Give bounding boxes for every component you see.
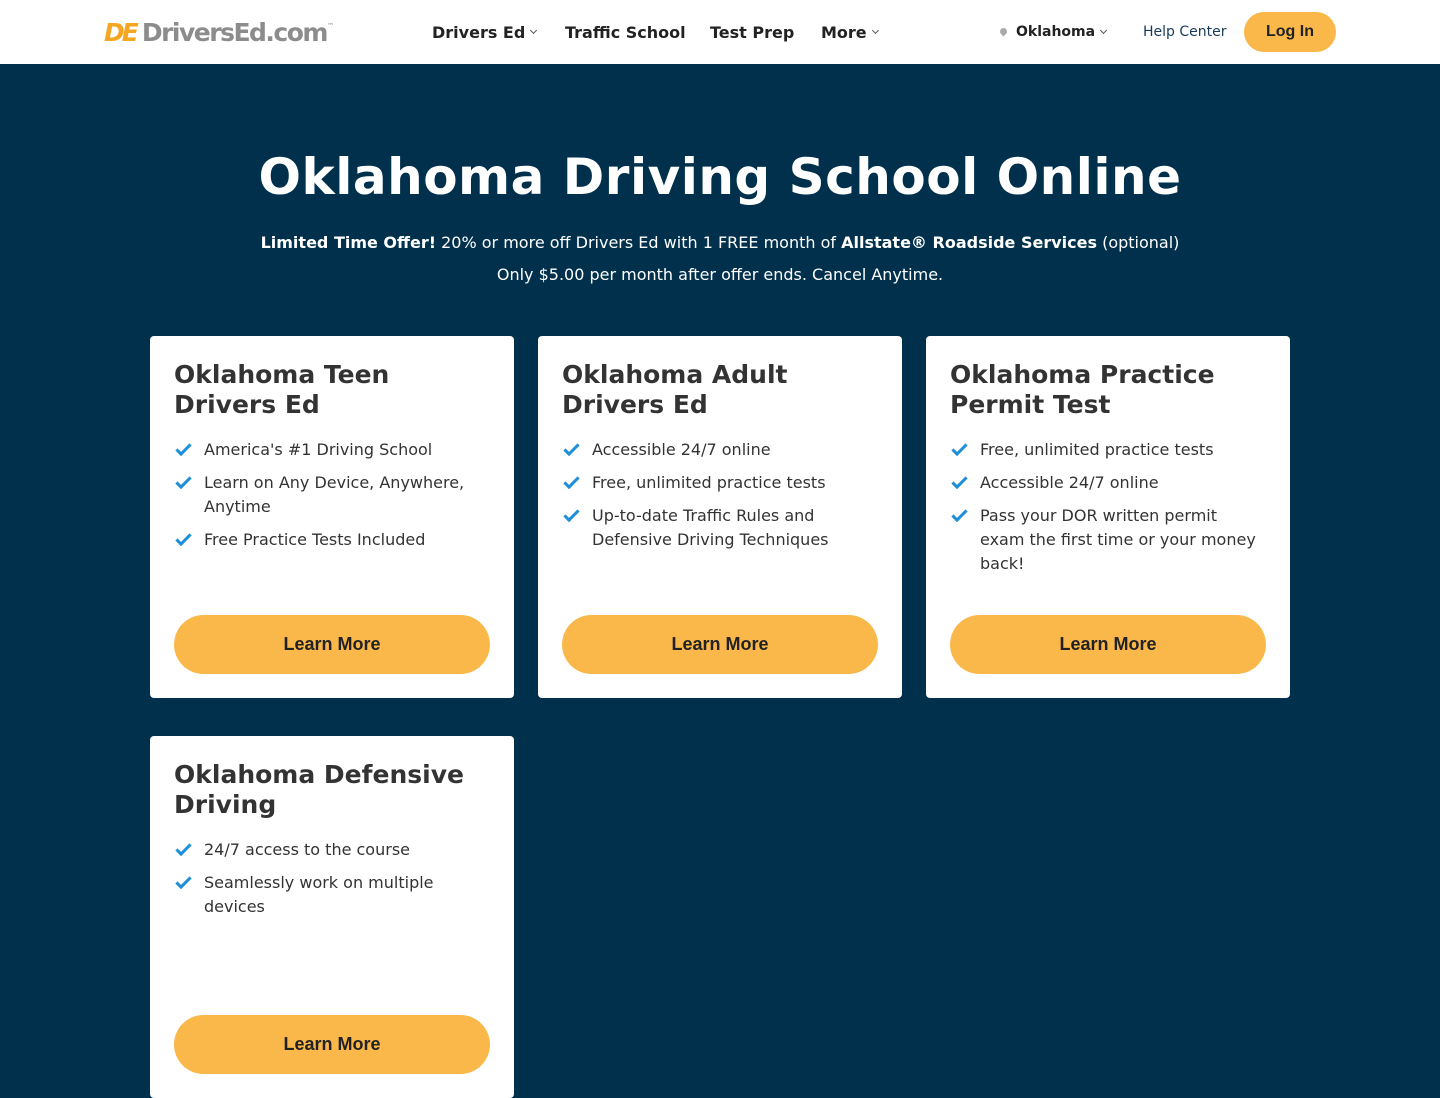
card-title: Oklahoma Teen Drivers Ed (174, 360, 390, 419)
learn-more-button[interactable]: Learn More (562, 615, 878, 674)
check-icon (175, 529, 192, 547)
feature-item: Free, unlimited practice tests (562, 471, 878, 495)
course-card-defensive: Oklahoma Defensive Driving 24/7 access t… (150, 736, 514, 1098)
feature-item: Pass your DOR written permit exam the fi… (950, 504, 1266, 576)
feature-item: Free, unlimited practice tests (950, 438, 1266, 462)
logo-trademark: ™ (326, 22, 334, 30)
card-title: Oklahoma Practice Permit Test (950, 360, 1215, 419)
course-card-teen: Oklahoma Teen Drivers Ed America's #1 Dr… (150, 336, 514, 698)
feature-item: Learn on Any Device, Anywhere, Anytime (174, 471, 490, 519)
check-icon (951, 472, 968, 490)
location-label: Oklahoma (1016, 24, 1096, 40)
feature-item: Accessible 24/7 online (562, 438, 878, 462)
feature-text: Learn on Any Device, Anywhere, Anytime (204, 473, 465, 516)
check-icon (175, 872, 192, 890)
offer-optional: (optional) (1096, 233, 1180, 252)
nav-more[interactable]: More (821, 0, 879, 64)
feature-item: Up-to-date Traffic Rules and Defensive D… (562, 504, 878, 552)
feature-text: 24/7 access to the course (204, 840, 410, 859)
help-center-link[interactable]: Help Center (1143, 0, 1227, 64)
check-icon (951, 505, 968, 523)
chevron-down-icon (530, 26, 538, 35)
offer-bold: Limited Time Offer! (260, 233, 437, 252)
feature-text: Up-to-date Traffic Rules and Defensive D… (592, 506, 829, 549)
feature-text: Free Practice Tests Included (204, 530, 426, 549)
feature-text: Free, unlimited practice tests (980, 440, 1214, 459)
check-icon (175, 472, 192, 490)
feature-text: America's #1 Driving School (204, 440, 433, 459)
feature-text: Accessible 24/7 online (592, 440, 771, 459)
nav-drivers-ed-label: Drivers Ed (432, 22, 526, 42)
check-icon (563, 439, 580, 457)
learn-more-button[interactable]: Learn More (174, 1015, 490, 1074)
feature-list: Free, unlimited practice tests Accessibl… (950, 438, 1266, 576)
login-button[interactable]: Log In (1244, 12, 1336, 52)
card-title: Oklahoma Defensive Driving (174, 760, 464, 819)
check-icon (563, 505, 580, 523)
feature-text: Pass your DOR written permit exam the fi… (980, 506, 1256, 573)
learn-more-button[interactable]: Learn More (950, 615, 1266, 674)
logo-mark: DE (104, 17, 139, 47)
offer-text: Limited Time Offer! 20% or more off Driv… (0, 233, 1440, 252)
feature-text: Accessible 24/7 online (980, 473, 1159, 492)
feature-item: 24/7 access to the course (174, 838, 490, 862)
nav-test-prep[interactable]: Test Prep (710, 0, 794, 64)
chevron-down-icon (871, 26, 879, 35)
course-card-adult: Oklahoma Adult Drivers Ed Accessible 24/… (538, 336, 902, 698)
location-selector[interactable]: Oklahoma (998, 0, 1108, 64)
feature-text: Seamlessly work on multiple devices (204, 873, 434, 916)
feature-list: Accessible 24/7 online Free, unlimited p… (562, 438, 878, 552)
nav-traffic-school-label: Traffic School (565, 22, 686, 42)
location-pin-icon (998, 26, 1009, 36)
feature-text: Free, unlimited practice tests (592, 473, 826, 492)
feature-item: America's #1 Driving School (174, 438, 490, 462)
site-header: DE DriversEd.com ™ Drivers Ed Traffic Sc… (0, 0, 1440, 64)
chevron-down-icon (1100, 26, 1108, 35)
course-card-permit-test: Oklahoma Practice Permit Test Free, unli… (926, 336, 1290, 698)
feature-list: 24/7 access to the course Seamlessly wor… (174, 838, 490, 919)
feature-list: America's #1 Driving School Learn on Any… (174, 438, 490, 552)
feature-item: Seamlessly work on multiple devices (174, 871, 490, 919)
logo-text: DriversEd.com (141, 17, 329, 47)
offer-body: 20% or more off Drivers Ed with 1 FREE m… (436, 233, 842, 252)
nav-more-label: More (821, 22, 867, 42)
feature-item: Free Practice Tests Included (174, 528, 490, 552)
nav-test-prep-label: Test Prep (710, 22, 795, 42)
page-title: Oklahoma Driving School Online (258, 148, 1182, 206)
offer-terms: Only $5.00 per month after offer ends. C… (496, 265, 944, 284)
feature-item: Accessible 24/7 online (950, 471, 1266, 495)
card-title: Oklahoma Adult Drivers Ed (562, 360, 788, 419)
nav-traffic-school[interactable]: Traffic School (565, 0, 686, 64)
offer-brand: Allstate® Roadside Services (841, 233, 1097, 252)
check-icon (563, 472, 580, 490)
site-logo[interactable]: DE DriversEd.com ™ (104, 17, 334, 47)
learn-more-button[interactable]: Learn More (174, 615, 490, 674)
nav-drivers-ed[interactable]: Drivers Ed (432, 0, 538, 64)
check-icon (951, 439, 968, 457)
check-icon (175, 439, 192, 457)
check-icon (175, 839, 192, 857)
